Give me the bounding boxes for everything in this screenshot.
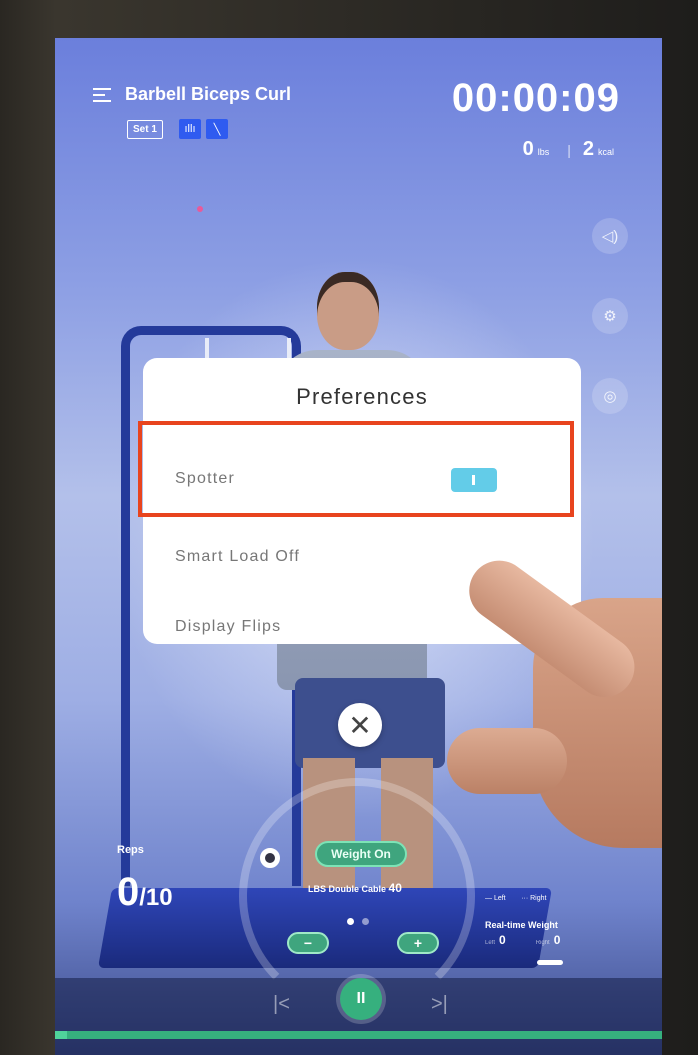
- page-dot-active: [347, 918, 354, 925]
- realtime-scroll-indicator: [537, 960, 563, 965]
- decrease-weight-button[interactable]: −: [287, 932, 329, 954]
- pulse-icon: ıllı: [179, 119, 201, 139]
- spotter-label: Spotter: [175, 470, 235, 487]
- chart-legend: — Left ··· Right: [485, 895, 546, 902]
- legend-left: — Left: [485, 895, 506, 902]
- dial-handle[interactable]: [260, 848, 280, 868]
- realtime-weight-title: Real-time Weight: [485, 920, 558, 930]
- weight-on-button[interactable]: Weight On: [315, 841, 407, 867]
- pause-button[interactable]: II: [340, 978, 382, 1020]
- smart-load-off-label: Smart Load Off: [175, 548, 301, 565]
- kcal-unit: kcal: [597, 147, 614, 157]
- close-icon[interactable]: ✕: [338, 703, 382, 747]
- reps-counter: 0/10: [117, 870, 173, 915]
- cable-weight: LBS Double Cable 40: [308, 881, 402, 895]
- next-button[interactable]: >|: [431, 993, 448, 1016]
- camera-icon[interactable]: ◎: [592, 378, 628, 414]
- indicator-dot: [197, 206, 203, 212]
- increase-weight-button[interactable]: +: [397, 932, 439, 954]
- spotter-row[interactable]: Spotter: [143, 450, 581, 510]
- coach-head: [317, 272, 379, 350]
- weight-unit: lbs: [537, 147, 550, 157]
- realtime-left-label: Left: [485, 940, 496, 946]
- session-stats: 0 lbs | 2 kcal: [523, 138, 620, 161]
- realtime-right-value: 0: [553, 933, 561, 947]
- reps-done: 0: [117, 870, 140, 914]
- volume-icon[interactable]: ◁): [592, 218, 628, 254]
- display-flips-label: Display Flips: [175, 618, 282, 635]
- realtime-right-label: Right: [535, 940, 550, 946]
- menu-icon[interactable]: [93, 88, 111, 102]
- cable-weight-value: 40: [388, 881, 402, 895]
- reps-label: Reps: [117, 844, 144, 856]
- previous-button[interactable]: |<: [273, 993, 290, 1016]
- reps-total: /10: [139, 884, 173, 911]
- page-dot: [362, 918, 369, 925]
- workout-header: Barbell Biceps Curl Set 1 ıllı ╲ 00:00:0…: [55, 38, 662, 188]
- set-badge: Set 1: [127, 120, 163, 139]
- weight-value: 0: [522, 138, 534, 160]
- workout-progress-fill: [55, 1031, 68, 1039]
- exercise-title: Barbell Biceps Curl: [125, 84, 292, 104]
- realtime-weight-values: Left 0 Right 0: [485, 933, 605, 947]
- kcal-value: 2: [582, 138, 594, 160]
- spotter-toggle[interactable]: [451, 468, 497, 492]
- dialog-title: Preferences: [296, 384, 428, 409]
- legend-right: ··· Right: [521, 895, 547, 902]
- slash-icon: ╲: [206, 119, 228, 139]
- stats-separator: |: [567, 142, 571, 158]
- workout-screen: Barbell Biceps Curl Set 1 ıllı ╲ 00:00:0…: [55, 38, 662, 1055]
- realtime-left-value: 0: [499, 933, 506, 947]
- gear-icon[interactable]: ⚙: [592, 298, 628, 334]
- user-hand-knuckle: [447, 728, 567, 794]
- page-indicator: [347, 918, 369, 925]
- workout-progress-bar: [55, 1031, 662, 1039]
- elapsed-timer: 00:00:09: [451, 76, 620, 120]
- cable-label: LBS Double Cable: [308, 884, 387, 894]
